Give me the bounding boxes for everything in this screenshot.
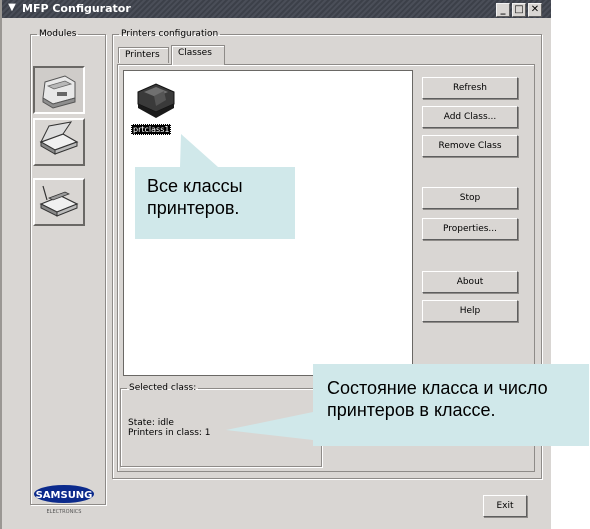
samsung-logo: SAMSUNG ELECTRONICS	[32, 484, 97, 516]
modules-legend: Modules	[39, 29, 77, 39]
printer-class-icon	[137, 83, 175, 118]
exit-button[interactable]: Exit	[483, 495, 527, 517]
mfp-configurator-window: ▼ MFP Configurator _ □ ✕ Modules SAMSUNG…	[0, 0, 551, 529]
callout-class-state: Состояние класса и число принтеров в кла…	[313, 364, 589, 446]
brand-name: SAMSUNG	[36, 490, 93, 501]
stop-button[interactable]: Stop	[422, 187, 518, 209]
tab-classes[interactable]: Classes	[171, 45, 225, 65]
about-button[interactable]: About	[422, 271, 518, 293]
window-title: MFP Configurator	[22, 2, 131, 15]
printer-icon	[42, 75, 76, 109]
selected-class-info: State: idle Printers in class: 1	[128, 418, 211, 438]
maximize-button[interactable]: □	[512, 3, 526, 17]
printers-configuration-legend: Printers configuration	[121, 29, 219, 39]
brand-sub: ELECTRONICS	[47, 509, 82, 515]
window-menu-icon[interactable]: ▼	[6, 2, 18, 14]
samsung-logo-icon: SAMSUNG ELECTRONICS	[34, 485, 94, 515]
add-class-button[interactable]: Add Class...	[422, 106, 518, 128]
refresh-button[interactable]: Refresh	[422, 77, 518, 99]
fax-icon	[39, 185, 79, 217]
class-state: State: idle	[128, 418, 174, 428]
callout-all-classes: Все классы принтеров.	[135, 167, 295, 239]
help-button[interactable]: Help	[422, 300, 518, 322]
printers-in-class: Printers in class: 1	[128, 428, 211, 438]
close-button[interactable]: ✕	[528, 3, 542, 17]
callout-class-state-text: Состояние класса и число принтеров в кла…	[327, 378, 548, 420]
callout-all-classes-text: Все классы принтеров.	[147, 176, 243, 218]
title-bar[interactable]: ▼ MFP Configurator _ □ ✕	[2, 0, 551, 18]
remove-class-button[interactable]: Remove Class	[422, 135, 518, 157]
minimize-button[interactable]: _	[496, 3, 510, 17]
class-item-label[interactable]: prtclass1	[131, 124, 172, 135]
selected-class-legend: Selected class:	[129, 383, 197, 393]
module-fax-button[interactable]	[33, 178, 85, 226]
properties-button[interactable]: Properties...	[422, 218, 518, 240]
module-printer-button[interactable]	[33, 66, 85, 114]
module-scanner-button[interactable]	[33, 118, 85, 166]
scanner-icon	[39, 121, 79, 155]
tab-printers[interactable]: Printers	[118, 47, 169, 63]
